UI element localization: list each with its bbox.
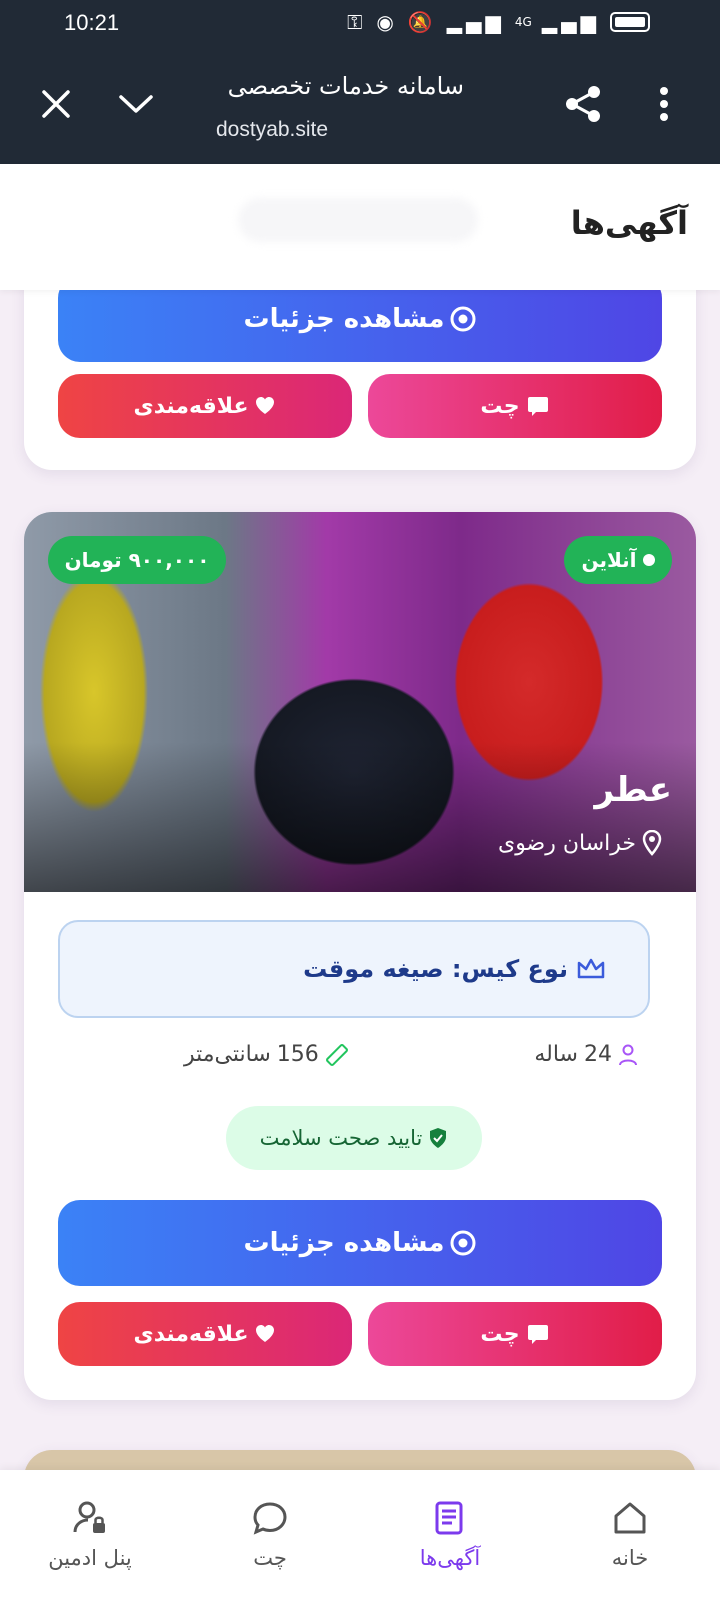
nav-admin[interactable]: پنل ادمین <box>0 1470 180 1600</box>
ads-list: مشاهده جزئیات علاقه‌مندی چت ۹۰۰,۰۰۰ توما… <box>0 290 720 1470</box>
network-label: 4G <box>514 15 532 29</box>
share-button[interactable] <box>560 80 608 128</box>
page-title: آگهی‌ها <box>570 204 688 242</box>
browser-url[interactable]: dostyab.site <box>216 118 328 142</box>
ad-location: خراسان رضوی <box>498 830 662 856</box>
nav-ads[interactable]: آگهی‌ها <box>360 1470 540 1600</box>
favorite-button[interactable]: علاقه‌مندی <box>58 374 352 438</box>
battery-icon <box>610 12 650 32</box>
nav-admin-label: پنل ادمین <box>48 1546 132 1570</box>
page-header: آگهی‌ها <box>0 164 720 290</box>
chat-label: چت <box>480 1321 520 1347</box>
online-label: آنلاین <box>581 548 637 572</box>
eye-icon: ◉ <box>376 10 398 34</box>
ad-card-next[interactable] <box>24 1450 696 1470</box>
signal-icon: ▂▄▆ <box>446 10 505 34</box>
details-label: مشاهده جزئیات <box>243 304 445 334</box>
case-type-box: نوع کیس: صیغه موقت <box>58 920 650 1018</box>
ad-name: عطر <box>594 770 673 810</box>
height-stat: 156 سانتی‌متر <box>184 1042 349 1067</box>
online-badge: آنلاین <box>564 536 672 584</box>
ruler-icon <box>325 1043 348 1066</box>
ads-icon <box>435 1501 463 1535</box>
eye-icon <box>450 1230 476 1256</box>
chat-label: چت <box>480 393 520 419</box>
chat-square-icon <box>527 1325 548 1344</box>
nav-chat-label: چت <box>253 1546 287 1570</box>
location-pin-icon <box>642 830 662 856</box>
photo-overlay <box>24 742 696 892</box>
details-label: مشاهده جزئیات <box>243 1228 445 1258</box>
chat-button[interactable]: چت <box>368 1302 662 1366</box>
status-time: 10:21 <box>64 10 120 35</box>
favorite-label: علاقه‌مندی <box>133 1321 249 1347</box>
ad-photo[interactable]: ۹۰۰,۰۰۰ تومان آنلاین عطر خراسان رضوی <box>24 512 696 892</box>
details-button[interactable]: مشاهده جزئیات <box>58 290 662 362</box>
age-value: 24 <box>584 1042 612 1067</box>
details-button[interactable]: مشاهده جزئیات <box>58 1200 662 1286</box>
health-badge: تایید صحت سلامت <box>226 1106 482 1170</box>
health-label: تایید صحت سلامت <box>259 1126 423 1150</box>
dropdown-button[interactable] <box>112 80 160 128</box>
price-badge: ۹۰۰,۰۰۰ تومان <box>48 536 226 584</box>
chat-button[interactable]: چت <box>368 374 662 438</box>
user-icon <box>619 1044 637 1065</box>
chat-square-icon <box>527 397 548 416</box>
favorite-label: علاقه‌مندی <box>133 393 249 419</box>
home-icon <box>614 1502 646 1534</box>
favorite-button[interactable]: علاقه‌مندی <box>58 1302 352 1366</box>
nav-home-label: خانه <box>611 1546 649 1570</box>
close-icon <box>42 90 70 118</box>
search-placeholder <box>238 198 478 242</box>
signal-icon-2: ▂▄▆ <box>541 10 600 34</box>
nav-chat[interactable]: چت <box>180 1470 360 1600</box>
more-vertical-icon <box>660 87 668 121</box>
crown-icon <box>577 958 605 979</box>
share-icon <box>566 86 600 122</box>
nav-ads-label: آگهی‌ها <box>419 1546 481 1570</box>
eye-icon <box>450 306 476 332</box>
age-stat: 24 ساله <box>534 1042 638 1067</box>
browser-chrome: 10:21 ⚿ ◉ 🔕 ▂▄▆ 4G ▂▄▆ سامانه خدمات تخصص… <box>0 0 720 164</box>
browser-title: سامانه خدمات تخصصی <box>227 72 464 100</box>
nav-home[interactable]: خانه <box>540 1470 720 1600</box>
bottom-nav: خانه آگهی‌ها چت پنل ادمین <box>0 1470 720 1600</box>
key-icon: ⚿ <box>347 10 367 34</box>
height-value: 156 <box>276 1042 319 1067</box>
status-icons: ⚿ ◉ 🔕 ▂▄▆ 4G ▂▄▆ <box>347 10 650 34</box>
online-dot-icon <box>642 554 655 566</box>
more-button[interactable] <box>640 80 688 128</box>
heart-plus-icon <box>256 397 275 414</box>
location-label: خراسان رضوی <box>497 830 636 856</box>
mute-icon: 🔕 <box>407 10 437 34</box>
shield-check-icon <box>430 1128 447 1148</box>
admin-icon <box>73 1501 105 1533</box>
case-type-label: نوع کیس: صیغه موقت <box>303 955 568 983</box>
chevron-down-icon <box>119 95 153 113</box>
height-unit: سانتی‌متر <box>184 1042 271 1067</box>
age-unit: ساله <box>534 1042 578 1067</box>
chat-icon <box>253 1502 287 1535</box>
ad-card: مشاهده جزئیات علاقه‌مندی چت <box>24 290 696 470</box>
ad-card[interactable]: ۹۰۰,۰۰۰ تومان آنلاین عطر خراسان رضوی نوع… <box>24 512 696 1400</box>
heart-plus-icon <box>256 1325 275 1342</box>
close-button[interactable] <box>32 80 80 128</box>
